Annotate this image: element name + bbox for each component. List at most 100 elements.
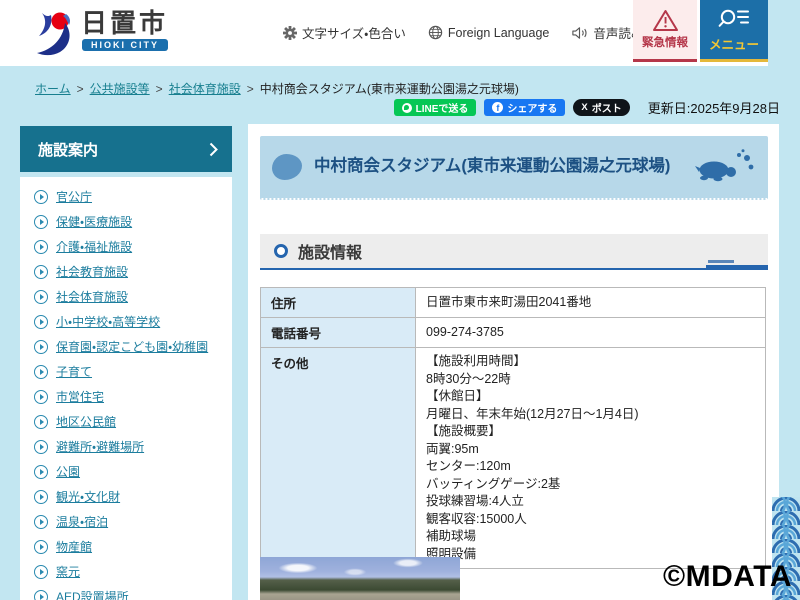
globe-icon [428,25,443,40]
sidebar-item-link[interactable]: 温泉・宿泊 [56,513,108,530]
site-header: 日置市 HIOKI CITY 文字サイズ・色合い [0,0,768,66]
section-header-facility-info: 施設情報 [260,234,768,270]
sidebar-item-link[interactable]: 避難所・避難場所 [56,438,144,455]
row-value-line: 両翼:95m [426,441,755,459]
sidebar-item-link[interactable]: 物産館 [56,538,92,555]
breadcrumb-link[interactable]: ホーム [35,82,71,96]
page-title-banner: 中村商会スタジアム(東市来運動公園湯之元球場) [260,136,768,200]
sidebar-item[interactable]: 物産館 [34,534,232,559]
circle-arrow-icon [34,315,48,329]
circle-arrow-icon [34,515,48,529]
main-content: 中村商会スタジアム(東市来運動公園湯之元球場) 施設情報 住所日置市東市来町湯田… [248,124,779,600]
circle-arrow-icon [34,215,48,229]
sidebar-item-link[interactable]: 地区公民館 [56,413,116,430]
sidebar-item[interactable]: 市営住宅 [34,384,232,409]
sidebar-item[interactable]: 社会体育施設 [34,284,232,309]
city-name-en-badge: HIOKI CITY [82,39,168,51]
breadcrumb-separator: > [156,82,163,96]
sidebar-item[interactable]: 小・中学校・高等学校 [34,309,232,334]
emergency-info-button[interactable]: 緊急情報 [633,0,697,62]
text-size-color-link[interactable]: 文字サイズ・色合い [283,23,406,42]
gear-icon [283,26,297,40]
sidebar-item[interactable]: 保育園・認定こども園・幼稚園 [34,334,232,359]
sidebar-item-link[interactable]: 公園 [56,463,80,480]
sidebar-item[interactable]: 介護・福祉施設 [34,234,232,259]
updated-date: 更新日:2025年9月28日 [648,98,780,117]
sidebar-item-link[interactable]: 子育て [56,363,92,380]
share-row: LINEで送る f シェアする X ポスト 更新日:2025年9月28日 [394,98,780,117]
table-row: 電話番号099-274-3785 [261,318,766,348]
circle-arrow-icon [34,365,48,379]
sidebar: 施設案内 官公庁保健・医療施設介護・福祉施設社会教育施設社会体育施設小・中学校・… [20,126,232,600]
city-name: 日置市 [81,9,168,38]
facebook-share-button[interactable]: f シェアする [484,99,565,116]
circle-arrow-icon [34,415,48,429]
sidebar-item[interactable]: 保健・医療施設 [34,209,232,234]
breadcrumb-link[interactable]: 社会体育施設 [169,82,241,96]
circle-arrow-icon [34,240,48,254]
row-value: 日置市東市来町湯田2041番地 [416,288,766,318]
speaker-icon [571,26,588,40]
warning-icon [652,9,679,32]
search-menu-icon [718,7,750,31]
row-value-line: 月曜日、年末年始(12月27日〜1月4日) [426,406,755,424]
sidebar-item-link[interactable]: 保健・医療施設 [56,213,132,230]
sidebar-item-link[interactable]: 官公庁 [56,188,92,205]
circle-arrow-icon [34,590,48,600]
sidebar-item[interactable]: 地区公民館 [34,409,232,434]
sidebar-item-link[interactable]: 介護・福祉施設 [56,238,132,255]
sidebar-item[interactable]: 社会教育施設 [34,259,232,284]
row-value-line: バッティングゲージ:2基 [426,476,755,494]
line-share-button[interactable]: LINEで送る [394,99,477,116]
sidebar-item-link[interactable]: 観光・文化財 [56,488,120,505]
sidebar-item-link[interactable]: 社会体育施設 [56,288,128,305]
sidebar-item-link[interactable]: AED設置場所 [56,588,129,600]
circle-arrow-icon [34,265,48,279]
sidebar-item-link[interactable]: 小・中学校・高等学校 [56,313,160,330]
sidebar-item[interactable]: 公園 [34,459,232,484]
sidebar-item-link[interactable]: 保育園・認定こども園・幼稚園 [56,338,208,355]
x-post-button[interactable]: X ポスト [573,99,629,116]
section-title: 施設情報 [298,239,362,263]
sidebar-item[interactable]: 官公庁 [34,184,232,209]
table-row: 住所日置市東市来町湯田2041番地 [261,288,766,318]
row-value-line: 補助球場 [426,528,755,546]
sidebar-header-facility-guide[interactable]: 施設案内 [20,126,232,172]
row-value-line: 【休館日】 [426,388,755,406]
watermark: ©MDATA [663,560,792,594]
circle-arrow-icon [34,340,48,354]
row-value-line: 観客収容:15000人 [426,511,755,529]
site-logo[interactable]: 日置市 HIOKI CITY [33,9,168,57]
row-value-line: 投球練習場:4人立 [426,493,755,511]
circle-arrow-icon [34,490,48,504]
circle-arrow-icon [34,540,48,554]
sidebar-item-link[interactable]: 窯元 [56,563,80,580]
facility-photo [260,557,460,600]
circle-arrow-icon [34,465,48,479]
row-value: 【施設利用時間】8時30分〜22時【休館日】月曜日、年末年始(12月27日〜1月… [416,348,766,569]
row-label: 住所 [261,288,416,318]
row-value: 099-274-3785 [416,318,766,348]
facility-info-table: 住所日置市東市来町湯田2041番地電話番号099-274-3785その他【施設利… [260,287,766,569]
hioki-logo-mark [33,9,77,57]
sidebar-item[interactable]: 避難所・避難場所 [34,434,232,459]
page: 日置市 HIOKI CITY 文字サイズ・色合い [0,0,800,600]
breadcrumb-separator: > [77,82,84,96]
sidebar-item[interactable]: 窯元 [34,559,232,584]
breadcrumb-link[interactable]: 公共施設等 [90,82,150,96]
section-header-decoration [704,260,768,270]
sidebar-item[interactable]: AED設置場所 [34,584,232,600]
page-title: 中村商会スタジアム(東市来運動公園湯之元球場) [314,157,690,177]
circle-marker-icon [274,244,288,258]
breadcrumb-separator: > [247,82,254,96]
sidebar-item-link[interactable]: 社会教育施設 [56,263,128,280]
sidebar-item[interactable]: 観光・文化財 [34,484,232,509]
circle-arrow-icon [34,290,48,304]
sidebar-item-link[interactable]: 市営住宅 [56,388,104,405]
menu-button[interactable]: メニュー [700,0,768,62]
sidebar-item[interactable]: 子育て [34,359,232,384]
circle-arrow-icon [34,440,48,454]
facebook-icon: f [492,102,503,113]
foreign-language-link[interactable]: Foreign Language [428,25,549,40]
sidebar-item[interactable]: 温泉・宿泊 [34,509,232,534]
